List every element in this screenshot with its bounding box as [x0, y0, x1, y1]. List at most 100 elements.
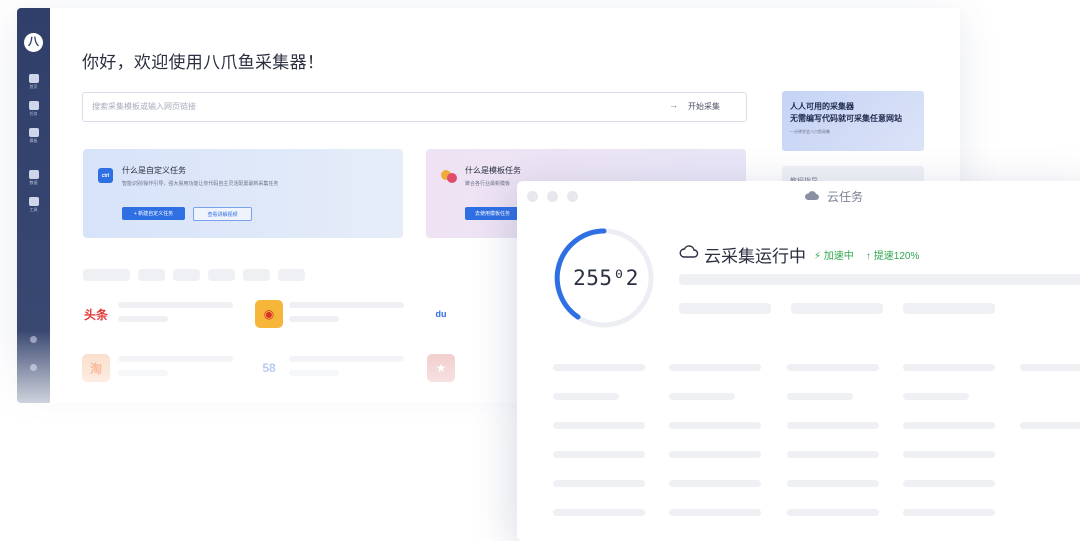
skeleton-cell [903, 364, 995, 371]
skeleton-cell [787, 509, 879, 516]
custom-task-title: 什么是自定义任务 [122, 166, 186, 175]
template-task-icon [441, 168, 457, 184]
skeleton-cell [1020, 364, 1080, 371]
skeleton-cell [903, 509, 995, 516]
custom-task-icon: ctrl [98, 168, 113, 183]
cloud-task-window: 云任务 255⁰2 云采集运行中 ⚡ 加速中 ↑ 提速120% [517, 181, 1080, 541]
skeleton-line [118, 302, 233, 308]
search-input[interactable]: 搜索采集模板或输入网页链接 → 开始采集 [82, 92, 747, 122]
accelerating-badge: ⚡ 加速中 [814, 251, 854, 262]
skeleton-line [791, 303, 883, 314]
sidebar-item-label: 任务 [29, 111, 38, 116]
template-icon [28, 128, 39, 137]
jd-logo[interactable]: ★ [427, 354, 455, 382]
skeleton-cell [903, 451, 995, 458]
skeleton-cell [669, 451, 761, 458]
sidebar-item-task[interactable]: 任务 [17, 101, 50, 116]
skeleton-line [289, 316, 339, 322]
sidebar-settings[interactable] [17, 364, 50, 371]
skeleton-cell [903, 422, 995, 429]
new-custom-task-button[interactable]: + 新建自定义任务 [122, 207, 185, 220]
view-video-button[interactable]: 查看讲解视频 [193, 207, 252, 221]
custom-task-desc: 智能识别/操作引导，强大易用功能让你代码自主灵活配置最新采集任务 [122, 181, 279, 187]
logo-glyph: 八 [28, 36, 39, 48]
skeleton-cell [787, 364, 879, 371]
brand-text: 头条 [83, 307, 108, 322]
collected-count: 255⁰2 [573, 266, 639, 290]
task-icon [28, 101, 39, 110]
data-icon [28, 170, 39, 179]
promo-line-2: 无需编写代码就可采集任意网站 [790, 114, 902, 123]
sidebar-item-label: 工具 [29, 207, 38, 212]
sidebar-item-home[interactable]: 首页 [17, 74, 50, 89]
brand-text: 淘 [89, 361, 102, 376]
sidebar-item-tools[interactable]: 工具 [17, 197, 50, 212]
skeleton-tab [243, 269, 270, 281]
skeleton-line [679, 274, 1080, 285]
sidebar-user[interactable] [17, 336, 50, 343]
taobao-logo[interactable]: 淘 [82, 354, 110, 382]
skeleton-line [289, 370, 339, 376]
sidebar-item-label: 数据 [29, 180, 38, 185]
skeleton-cell [669, 393, 735, 400]
skeleton-tab [208, 269, 235, 281]
skeleton-tab [138, 269, 165, 281]
app-logo[interactable]: 八 [24, 33, 43, 52]
toolbox-icon [28, 197, 39, 206]
brand-text: du [435, 309, 447, 319]
skeleton-line [679, 303, 771, 314]
skeleton-cell [787, 451, 879, 458]
brand-text: 58 [262, 361, 276, 375]
skeleton-cell [787, 480, 879, 487]
skeleton-line [289, 356, 404, 362]
skeleton-cell [669, 422, 761, 429]
58-logo[interactable]: 58 [255, 354, 283, 382]
window-maximize-button[interactable] [567, 191, 578, 202]
page-title: 你好，欢迎使用八爪鱼采集器！ [82, 53, 325, 72]
use-template-button[interactable]: 去使用模板任务 [465, 207, 520, 220]
skeleton-cell [553, 364, 645, 371]
skeleton-cell [787, 422, 879, 429]
settings-icon [30, 364, 37, 371]
skeleton-cell [787, 393, 853, 400]
sidebar-item-template[interactable]: 模板 [17, 128, 50, 143]
brand-text: ◉ [263, 307, 275, 321]
user-icon [30, 336, 37, 343]
skeleton-cell [669, 364, 761, 371]
sidebar-item-data[interactable]: 数据 [17, 170, 50, 185]
brand-text: ★ [435, 361, 447, 375]
cloud-status-text: 云采集运行中 [704, 247, 806, 266]
skeleton-cell [553, 509, 645, 516]
arrow-right-icon: → [669, 100, 678, 110]
skeleton-cell [903, 480, 995, 487]
window-minimize-button[interactable] [547, 191, 558, 202]
template-task-title: 什么是模板任务 [465, 166, 521, 175]
skeleton-cell [903, 393, 969, 400]
custom-task-card: ctrl 什么是自定义任务 智能识别/操作引导，强大易用功能让你代码自主灵活配置… [83, 149, 403, 238]
weibo-logo[interactable]: ◉ [255, 300, 283, 328]
skeleton-line [118, 370, 168, 376]
window-close-button[interactable] [527, 191, 538, 202]
toutiao-logo[interactable]: 头条 [82, 300, 110, 328]
search-placeholder: 搜索采集模板或输入网页链接 [92, 102, 196, 111]
promo-banner[interactable]: 人人可用的采集器 无需编写代码就可采集任意网站 一分钟学会八爪鱼采集 [782, 91, 924, 151]
skeleton-cell [669, 480, 761, 487]
window-title: 云任务 [827, 190, 864, 204]
skeleton-cell [553, 480, 645, 487]
cloud-status-icon [679, 245, 699, 258]
skeleton-tab [83, 269, 130, 281]
template-task-desc: 聚合各行业最新模板 [465, 181, 511, 187]
cloud-icon [804, 191, 819, 200]
skeleton-cell [553, 393, 619, 400]
promo-line-1: 人人可用的采集器 [790, 102, 854, 111]
sidebar: 八 首页 任务 模板 数据 工具 [17, 8, 50, 403]
sidebar-item-label: 模板 [29, 138, 38, 143]
sidebar-item-label: 首页 [29, 84, 38, 89]
skeleton-line [289, 302, 404, 308]
start-collect-button[interactable]: 开始采集 [688, 101, 720, 112]
promo-line-3: 一分钟学会八爪鱼采集 [790, 129, 830, 134]
home-icon [28, 74, 39, 83]
skeleton-tab [173, 269, 200, 281]
skeleton-cell [1020, 422, 1080, 429]
baidu-logo[interactable]: du [427, 300, 455, 328]
